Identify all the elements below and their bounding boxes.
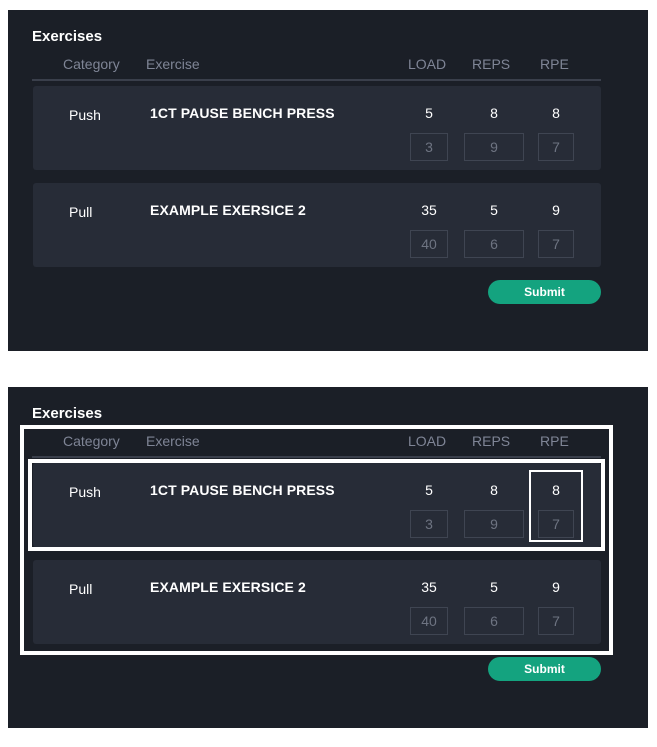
column-header-load: LOAD [408, 56, 447, 72]
submit-button[interactable]: Submit [488, 280, 601, 304]
row-highlight-box [28, 459, 605, 551]
row-load-target: 5 [425, 105, 433, 121]
column-header-rpe: RPE [540, 56, 569, 72]
table-header: Category Exercise LOAD REPS RPE [32, 56, 601, 80]
reps-input[interactable]: 9 [464, 133, 524, 161]
panel-title: Exercises [32, 28, 103, 45]
column-header-category: Category [63, 56, 120, 72]
exercises-panel-annotated: Exercises Category Exercise LOAD REPS RP… [8, 387, 648, 728]
row-category: Push [69, 107, 101, 123]
rpe-column-highlight-box [529, 470, 583, 542]
reps-input[interactable]: 6 [464, 230, 524, 258]
row-exercise-name: 1CT PAUSE BENCH PRESS [150, 105, 335, 121]
exercise-row: Pull EXAMPLE EXERSICE 2 35 5 9 40 6 7 [33, 183, 601, 267]
row-rpe-target: 8 [552, 105, 560, 121]
row-rpe-target: 9 [552, 202, 560, 218]
panel-title: Exercises [32, 405, 103, 422]
row-load-target: 35 [421, 202, 437, 218]
submit-button[interactable]: Submit [488, 657, 601, 681]
header-divider [32, 79, 601, 81]
exercises-panel: Exercises Category Exercise LOAD REPS RP… [8, 10, 648, 351]
row-category: Pull [69, 204, 93, 220]
rpe-input[interactable]: 7 [538, 133, 574, 161]
row-exercise-name: EXAMPLE EXERSICE 2 [150, 202, 306, 218]
rpe-input[interactable]: 7 [538, 230, 574, 258]
column-header-reps: REPS [472, 56, 511, 72]
load-input[interactable]: 40 [410, 230, 448, 258]
exercise-row: Push 1CT PAUSE BENCH PRESS 5 8 8 3 9 7 [33, 86, 601, 170]
row-reps-target: 8 [490, 105, 498, 121]
column-header-exercise: Exercise [146, 56, 200, 72]
load-input[interactable]: 3 [410, 133, 448, 161]
row-reps-target: 5 [490, 202, 498, 218]
